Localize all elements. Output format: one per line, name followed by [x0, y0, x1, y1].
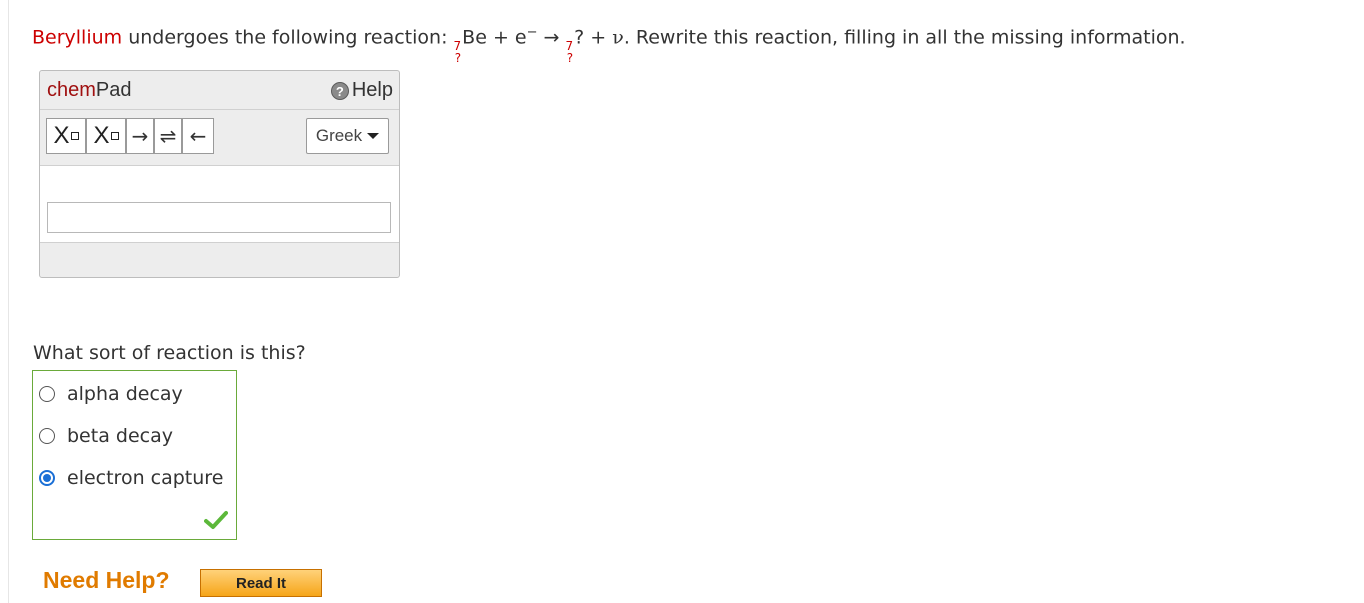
equilibrium-arrow-icon: ⇌ [159, 124, 177, 148]
arrow-left-button[interactable]: ← [182, 118, 214, 154]
option-beta-decay-label: beta decay [67, 425, 173, 447]
chempad-divider [40, 109, 399, 110]
electron-term: + e [486, 26, 527, 49]
arrow-right-icon: → [131, 124, 149, 148]
product-atomic-number: ? [566, 51, 574, 66]
chempad-title: chemPad [47, 79, 132, 102]
chempad-title-pad: Pad [95, 79, 132, 101]
plus-sign: + [584, 26, 613, 49]
option-electron-capture-label: electron capture [67, 467, 224, 489]
question-text: Beryllium undergoes the following reacti… [32, 18, 1186, 64]
neutrino-symbol: ν [612, 26, 624, 49]
arrow-left-icon: ← [189, 124, 207, 148]
superscript-box-icon [110, 132, 119, 140]
reaction-type-options: alpha decay beta decay electron capture [32, 370, 237, 540]
option-alpha-decay[interactable]: alpha decay [39, 383, 183, 405]
reactant-symbol: Be [462, 26, 487, 49]
help-button[interactable]: ? Help [330, 79, 393, 102]
superscript-label: X [93, 122, 110, 149]
left-border-rule [8, 0, 9, 603]
caret-down-icon [367, 133, 380, 139]
reactant-atomic-number: ? [454, 51, 462, 66]
superscript-button[interactable]: X [86, 118, 126, 154]
help-icon: ? [330, 81, 349, 100]
chempad-answer-input[interactable] [47, 202, 391, 233]
chempad-input-area [40, 165, 399, 243]
need-help-label: Need Help? [43, 567, 170, 593]
option-beta-decay[interactable]: beta decay [39, 425, 173, 447]
radio-alpha-decay[interactable] [39, 386, 55, 402]
reaction-type-question: What sort of reaction is this? [33, 342, 306, 364]
check-mark-icon [204, 511, 228, 529]
greek-dropdown-label: Greek [315, 126, 363, 145]
greek-dropdown[interactable]: Greek [306, 118, 389, 154]
subscript-button[interactable]: X [46, 118, 86, 154]
option-electron-capture[interactable]: electron capture [39, 467, 223, 489]
question-tail: . Rewrite this reaction, filling in all … [623, 26, 1186, 49]
read-it-button[interactable]: Read It [200, 569, 322, 597]
reactant-nuclide-indices: 7? [454, 40, 462, 64]
help-label: Help [351, 79, 393, 101]
question-lead: undergoes the following reaction: [122, 26, 454, 49]
chempad-widget: chemPad ? Help X X → ⇌ ← Greek [39, 70, 400, 278]
subscript-label: X [53, 122, 70, 149]
electron-charge: − [526, 25, 538, 40]
arrow-right-button[interactable]: → [126, 118, 154, 154]
subscript-box-icon [70, 132, 79, 140]
element-name: Beryllium [32, 26, 123, 49]
option-alpha-decay-label: alpha decay [67, 383, 183, 405]
product-nuclide-indices: 7? [566, 40, 574, 64]
radio-electron-capture[interactable] [39, 470, 55, 486]
chempad-title-chem: chem [47, 79, 96, 101]
reaction-arrow: → [537, 26, 566, 49]
product-symbol: ? [574, 26, 585, 49]
equilibrium-arrow-button[interactable]: ⇌ [154, 118, 182, 154]
radio-beta-decay[interactable] [39, 428, 55, 444]
